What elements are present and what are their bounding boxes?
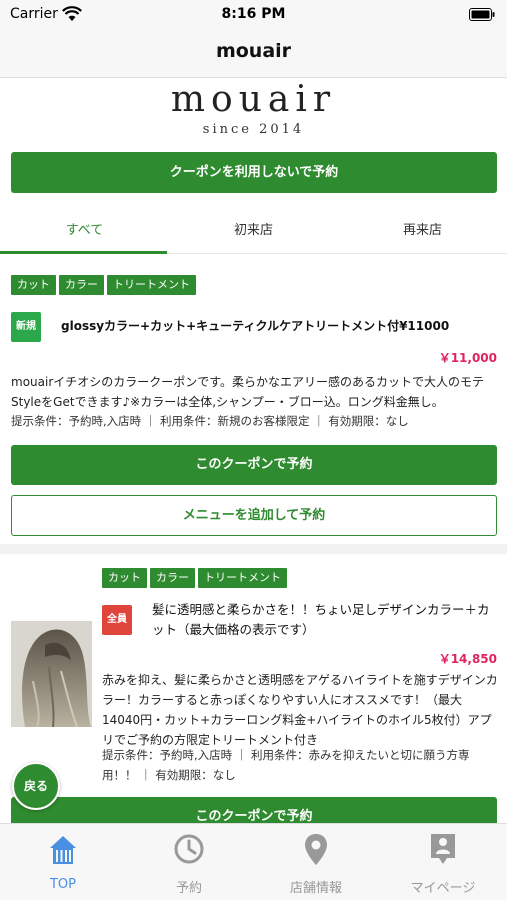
reserve-with-coupon-button[interactable]: このクーポンで予約: [11, 797, 497, 823]
coupon-content[interactable]: mouair since 2014 クーポンを利用しないで予約 すべて 初来店 …: [0, 78, 507, 823]
tabbar-label: TOP: [49, 877, 76, 892]
profile-icon: [431, 834, 455, 864]
tab-return-visit[interactable]: 再来店: [338, 208, 507, 254]
tabbar-label: 予約: [175, 881, 202, 896]
tabbar-label: 店舗情報: [289, 881, 342, 896]
tab-all[interactable]: すべて: [0, 208, 169, 254]
salon-logo: mouair since 2014: [0, 78, 507, 148]
tabbar-item-reserve[interactable]: 予約: [126, 824, 252, 900]
tabbar-item-mypage[interactable]: マイページ: [380, 824, 506, 900]
tag-color: カラー: [150, 568, 195, 588]
map-pin-icon: [305, 834, 327, 865]
logo-since: since 2014: [202, 122, 305, 137]
back-button[interactable]: 戻る: [12, 762, 60, 810]
logo-wordmark: mouair: [170, 79, 337, 120]
coupon-conditions: 提示条件：予約時,入店時 ｜ 利用条件：新規のお客様限定 ｜ 有効期限：なし: [11, 414, 409, 428]
home-icon: [50, 836, 76, 864]
new-customer-badge: 新規: [11, 312, 41, 342]
status-bar: Carrier 8:16 PM: [0, 0, 507, 30]
tag-treatment: トリートメント: [107, 275, 196, 295]
coupon-price: ￥14,850: [438, 652, 497, 666]
tag-cut: カット: [102, 568, 147, 588]
tabbar-label: マイページ: [410, 881, 476, 896]
coupon-title: 髪に透明感と柔らかさを！！ちょい足しデザインカラー＋カット（最大価格の表示です）: [152, 602, 490, 637]
coupon-title: glossyカラー+カット+キューティクルケアトリートメント付¥11000: [61, 319, 450, 333]
reserve-with-coupon-button[interactable]: このクーポンで予約: [11, 445, 497, 485]
coupon-description: mouairイチオシのカラークーポンです。柔らかなエアリー感のあるカットで大人の…: [11, 375, 485, 409]
navigation-bar: mouair: [0, 30, 507, 78]
tabbar-item-top[interactable]: TOP: [0, 824, 126, 900]
add-menu-reserve-button[interactable]: メニューを追加して予約: [11, 495, 497, 536]
tab-first-visit[interactable]: 初来店: [169, 208, 338, 254]
clock-icon: [174, 834, 204, 864]
all-customers-badge: 全員: [102, 605, 132, 635]
active-tab-indicator: [0, 251, 167, 254]
page-title: mouair: [215, 40, 292, 62]
bottom-tab-bar: TOP 予約 店舗情報 マイページ: [0, 823, 507, 900]
hairstyle-photo: [11, 621, 92, 727]
coupon-filter-tabs: すべて 初来店 再来店: [0, 208, 507, 254]
tag-color: カラー: [59, 275, 104, 295]
tag-cut: カット: [11, 275, 56, 295]
coupon-description: 赤みを抑え、髪に柔らかさと透明感をアゲるハイライトを施すデザインカラー！カラーす…: [102, 673, 498, 747]
reserve-without-coupon-button[interactable]: クーポンを利用しないで予約: [11, 152, 497, 193]
battery-icon: [469, 8, 495, 21]
clock-time: 8:16 PM: [221, 6, 286, 22]
coupon-price: ￥11,000: [438, 351, 497, 365]
section-divider: [0, 544, 507, 554]
coupon-conditions: 提示条件：予約時,入店時 ｜ 利用条件：赤みを抑えたいと切に願う方専用！！ ｜ …: [102, 748, 470, 782]
tabbar-item-shop-info[interactable]: 店舗情報: [253, 824, 379, 900]
tag-treatment: トリートメント: [198, 568, 287, 588]
